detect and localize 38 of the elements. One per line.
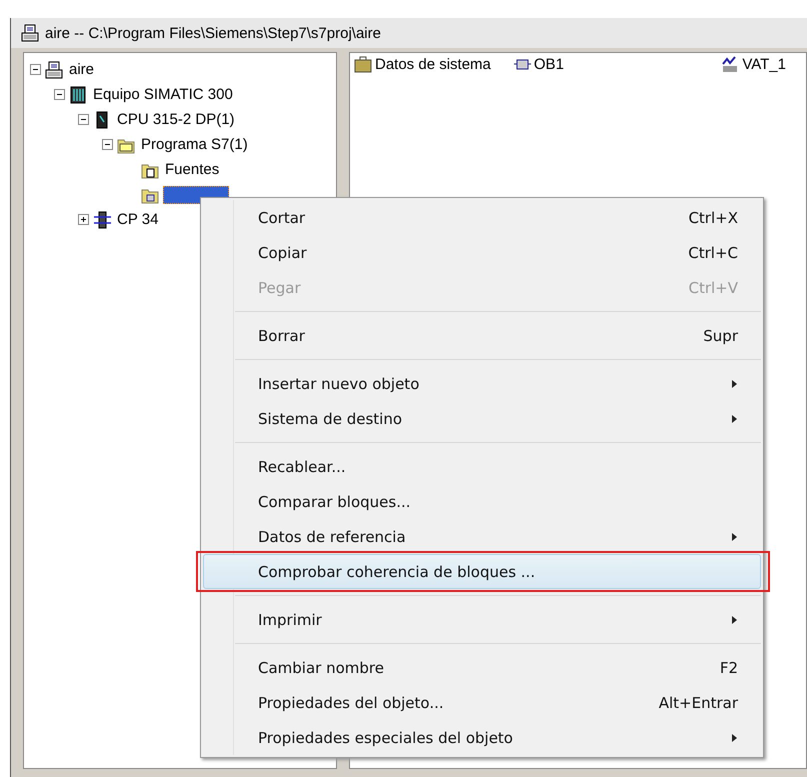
submenu-arrow-icon xyxy=(732,378,738,388)
menu-item[interactable]: Propiedades especiales del objeto xyxy=(203,720,761,755)
object-item[interactable]: OB1 xyxy=(534,56,564,72)
object-item[interactable]: Datos de sistema xyxy=(375,56,491,72)
menu-item[interactable]: Copiar Ctrl+C xyxy=(203,235,761,270)
menu-item[interactable]: Propiedades del objeto... Alt+Entrar xyxy=(203,685,761,720)
tree-item[interactable]: aire xyxy=(67,61,96,78)
menu-item[interactable]: Imprimir xyxy=(203,602,761,637)
menu-item[interactable]: Cambiar nombre F2 xyxy=(203,650,761,685)
project-icon xyxy=(21,24,39,42)
collapse-toggle[interactable] xyxy=(78,114,89,125)
collapse-toggle[interactable] xyxy=(30,64,41,75)
menu-item[interactable]: Insertar nuevo objeto xyxy=(203,366,761,401)
collapse-toggle[interactable] xyxy=(102,139,113,150)
menu-item[interactable]: Cortar Ctrl+X xyxy=(203,200,761,235)
submenu-arrow-icon xyxy=(732,614,738,624)
submenu-arrow-icon xyxy=(732,532,738,542)
menu-item[interactable]: Borrar Supr xyxy=(203,318,761,353)
tree-item[interactable]: CPU 315-2 DP(1) xyxy=(115,111,237,128)
tree-item[interactable]: Programa S7(1) xyxy=(139,136,250,153)
menu-item[interactable]: Comparar bloques... xyxy=(203,484,761,519)
collapse-toggle[interactable] xyxy=(54,89,65,100)
toolbox-icon xyxy=(354,55,372,73)
submenu-arrow-icon xyxy=(732,414,738,424)
menu-item[interactable]: Datos de referencia xyxy=(203,519,761,554)
menu-item[interactable]: Sistema de destino xyxy=(203,401,761,436)
rack-icon xyxy=(69,86,87,104)
expand-toggle[interactable] xyxy=(78,214,89,225)
project-icon xyxy=(45,60,63,78)
tree-item[interactable]: CP 34 xyxy=(115,211,160,228)
submenu-arrow-icon xyxy=(732,732,738,742)
module-icon xyxy=(93,210,111,228)
object-item[interactable]: VAT_1 xyxy=(742,56,786,72)
menu-item[interactable]: Recablear... xyxy=(203,449,761,484)
tree-item[interactable]: Equipo SIMATIC 300 xyxy=(91,86,235,103)
table-icon xyxy=(721,55,740,73)
window-title: aire -- C:\Program Files\Siemens\Step7\s7proj\aire xyxy=(45,24,381,42)
tree-item[interactable]: Fuentes xyxy=(163,161,222,178)
